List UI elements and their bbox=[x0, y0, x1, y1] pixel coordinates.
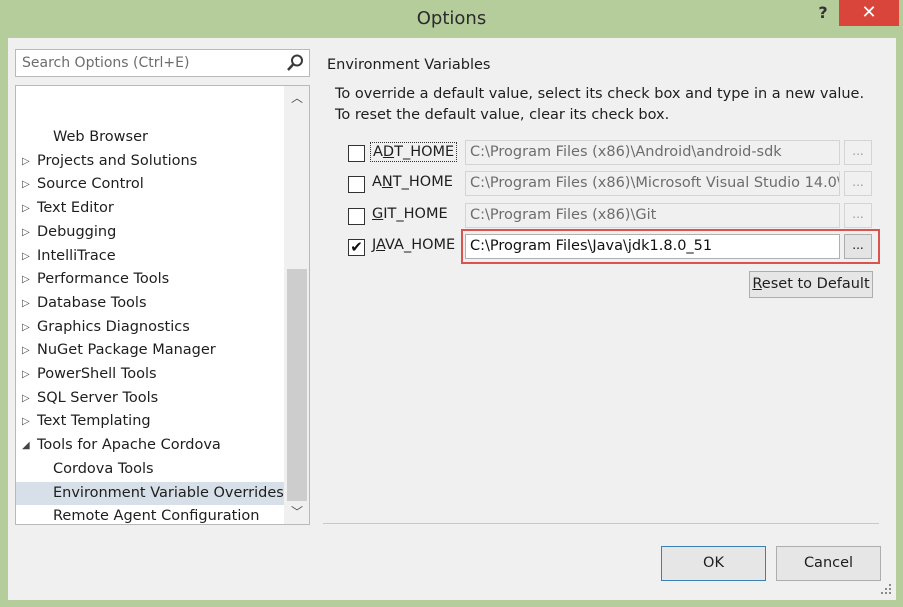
tree-item[interactable]: ▷ IntelliTrace bbox=[16, 245, 284, 268]
search-options-input[interactable]: Search Options (Ctrl+E) bbox=[15, 49, 310, 77]
cancel-button[interactable]: Cancel bbox=[776, 546, 881, 581]
collapsed-arrow-icon[interactable]: ▷ bbox=[22, 316, 30, 339]
tree-item[interactable]: ▷ Source Control bbox=[16, 173, 284, 196]
tree-item[interactable]: ▷ SQL Server Tools bbox=[16, 387, 284, 410]
dialog-client-area: Search Options (Ctrl+E) Web Browser ▷ Proj… bbox=[8, 38, 896, 600]
tree-item-label: Debugging bbox=[37, 223, 117, 240]
browse-button[interactable]: ... bbox=[844, 140, 872, 165]
tree-item-label: NuGet Package Manager bbox=[37, 342, 216, 359]
collapsed-arrow-icon[interactable]: ▷ bbox=[22, 150, 30, 173]
scroll-down-arrow-icon[interactable]: ﹀ bbox=[284, 500, 309, 524]
env-var-checkbox[interactable] bbox=[348, 176, 365, 194]
footer-divider bbox=[323, 523, 879, 524]
collapsed-arrow-icon[interactable]: ▷ bbox=[22, 363, 30, 386]
reset-to-default-button[interactable]: Reset to Default bbox=[749, 271, 873, 298]
env-var-name[interactable]: GIT_HOME bbox=[370, 205, 450, 223]
tree-item-label: Performance Tools bbox=[37, 271, 170, 288]
tree-scrollbar[interactable]: ︿ ﹀ bbox=[284, 86, 309, 524]
tree-item-label: SQL Server Tools bbox=[37, 389, 159, 406]
highlight-annotation bbox=[461, 229, 880, 264]
tree-item-label: Text Editor bbox=[37, 200, 114, 217]
collapsed-arrow-icon[interactable]: ▷ bbox=[22, 245, 30, 268]
tree-item[interactable]: ▷ Text Editor bbox=[16, 197, 284, 220]
ok-button[interactable]: OK bbox=[661, 546, 766, 581]
help-button[interactable]: ? bbox=[808, 0, 838, 26]
env-var-name-part: VA_HOME bbox=[385, 236, 456, 253]
collapsed-arrow-icon[interactable]: ▷ bbox=[22, 387, 30, 410]
env-var-name-part: G bbox=[372, 205, 384, 222]
env-var-name[interactable]: ANT_HOME bbox=[370, 173, 455, 191]
title-bar: Options ? ✕ bbox=[0, 0, 903, 38]
collapsed-arrow-icon[interactable]: ▷ bbox=[22, 292, 30, 315]
reset-accel-key: R bbox=[752, 276, 762, 292]
check-mark-icon: ✔ bbox=[350, 237, 363, 256]
tree-item-label: Remote Agent Configuration bbox=[53, 508, 260, 525]
tree-item-label: Database Tools bbox=[37, 294, 147, 311]
env-var-name-part: T_HOME bbox=[392, 174, 453, 191]
env-var-value-input[interactable]: C:\Program Files (x86)\Microsoft Visual … bbox=[465, 171, 840, 197]
tree-item[interactable]: ▷ PowerShell Tools bbox=[16, 363, 284, 386]
tree-item-label: Projects and Solutions bbox=[37, 152, 198, 169]
tree-item[interactable]: ▷ Database Tools bbox=[16, 292, 284, 315]
window-title: Options bbox=[416, 8, 487, 29]
env-var-checkbox[interactable]: ✔ bbox=[348, 237, 365, 256]
env-var-value-input[interactable]: C:\Program Files (x86)\Git bbox=[465, 202, 840, 228]
env-var-name-part: IT_HOME bbox=[383, 205, 448, 222]
env-var-row: ANT_HOME C:\Program Files (x86)\Microsoft… bbox=[348, 170, 878, 198]
collapsed-arrow-icon[interactable]: ▷ bbox=[22, 197, 30, 220]
tree-item-label: Web Browser bbox=[53, 129, 148, 145]
env-var-name[interactable]: ADT_HOME bbox=[370, 142, 458, 162]
tree-item-label: IntelliTrace bbox=[37, 247, 116, 264]
browse-button[interactable]: ... bbox=[844, 171, 872, 197]
options-dialog: Options ? ✕ Search Options (Ctrl+E) Web … bbox=[0, 0, 903, 607]
env-var-name-part: D bbox=[382, 144, 395, 160]
env-var-name-part: N bbox=[381, 174, 393, 191]
tree-item-label: Environment Variable Overrides bbox=[53, 484, 284, 501]
env-var-name-part: A bbox=[376, 236, 386, 253]
tree-item[interactable]: ▷ Debugging bbox=[16, 221, 284, 244]
tree-item-label: Graphics Diagnostics bbox=[37, 318, 190, 335]
tree-item[interactable]: Remote Agent Configuration bbox=[16, 505, 284, 525]
scroll-thumb[interactable] bbox=[287, 269, 307, 501]
options-tree[interactable]: Web Browser ▷ Projects and Solutions ▷ Sourc… bbox=[15, 85, 310, 525]
resize-grip-icon[interactable] bbox=[878, 581, 892, 595]
env-var-checkbox[interactable] bbox=[348, 145, 365, 162]
tree-item[interactable]: ▷ Projects and Solutions bbox=[16, 150, 284, 173]
env-var-name-part: A bbox=[373, 144, 383, 160]
collapsed-arrow-icon[interactable]: ▷ bbox=[22, 268, 30, 291]
env-var-name[interactable]: JAVA_HOME bbox=[370, 236, 457, 254]
env-var-name-part: A bbox=[372, 174, 382, 191]
collapsed-arrow-icon[interactable]: ▷ bbox=[22, 173, 30, 196]
tree-item[interactable]: ◢ Tools for Apache Cordova bbox=[16, 434, 284, 457]
tree-item[interactable]: ▷ Performance Tools bbox=[16, 268, 284, 291]
collapsed-arrow-icon[interactable]: ▷ bbox=[22, 410, 30, 433]
tree-item-label: Tools for Apache Cordova bbox=[37, 437, 221, 454]
search-icon[interactable] bbox=[285, 53, 305, 73]
search-placeholder: Search Options (Ctrl+E) bbox=[22, 55, 190, 71]
tree-item-label: Cordova Tools bbox=[53, 460, 154, 477]
browse-button[interactable]: ... bbox=[844, 202, 872, 228]
close-button[interactable]: ✕ bbox=[839, 0, 899, 26]
tree-item[interactable]: Web Browser bbox=[16, 126, 284, 149]
collapsed-arrow-icon[interactable]: ▷ bbox=[22, 221, 30, 244]
reset-label: eset to Default bbox=[761, 276, 870, 292]
section-title: Environment Variables bbox=[327, 57, 491, 73]
env-var-row: GIT_HOME C:\Program Files (x86)\Git... bbox=[348, 202, 878, 230]
env-var-checkbox[interactable] bbox=[348, 207, 365, 225]
tree-item[interactable]: ▷ Text Templating bbox=[16, 410, 284, 433]
env-var-row: ADT_HOME C:\Program Files (x86)\Android\a… bbox=[348, 139, 878, 167]
expanded-arrow-icon[interactable]: ◢ bbox=[22, 434, 30, 457]
collapsed-arrow-icon[interactable]: ▷ bbox=[22, 339, 30, 362]
tree-item[interactable]: Cordova Tools bbox=[16, 458, 284, 481]
tree-item[interactable]: Environment Variable Overrides bbox=[16, 481, 284, 505]
tree-item-label: PowerShell Tools bbox=[37, 366, 157, 382]
panel-description: To override a default value, select its … bbox=[335, 86, 865, 123]
env-var-value-input[interactable]: C:\Program Files (x86)\Android\android-s… bbox=[465, 140, 840, 165]
tree-item-label: Source Control bbox=[37, 176, 144, 193]
tree-item-label: Text Templating bbox=[37, 413, 151, 430]
tree-item[interactable]: ▷ Graphics Diagnostics bbox=[16, 316, 284, 339]
tree-item[interactable]: ▷ NuGet Package Manager bbox=[16, 339, 284, 362]
scroll-up-arrow-icon[interactable]: ︿ bbox=[284, 86, 309, 110]
env-var-name-part: T_HOME bbox=[394, 144, 455, 160]
